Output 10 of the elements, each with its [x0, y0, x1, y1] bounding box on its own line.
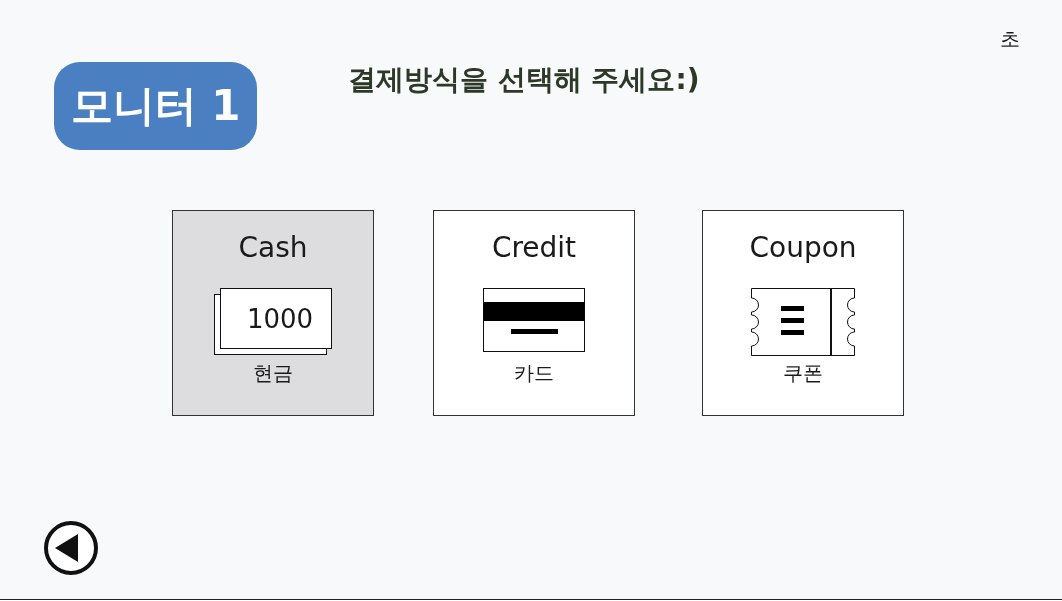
back-button[interactable] — [44, 521, 98, 575]
ticket-icon — [751, 288, 855, 356]
credit-card-icon — [483, 288, 585, 352]
payment-option[interactable]: Credit 카드 — [433, 210, 635, 416]
monitor-badge: 모니터 1 — [54, 62, 257, 150]
timer-label: 초 — [1000, 27, 1020, 51]
payment-option[interactable]: Coupon 쿠폰 — [702, 210, 904, 416]
heading: 결제방식을 선택해 주세요:) — [348, 62, 700, 98]
banknote: 1000 — [214, 288, 332, 355]
payment-option[interactable]: Cash 1000 현금 — [172, 210, 374, 416]
